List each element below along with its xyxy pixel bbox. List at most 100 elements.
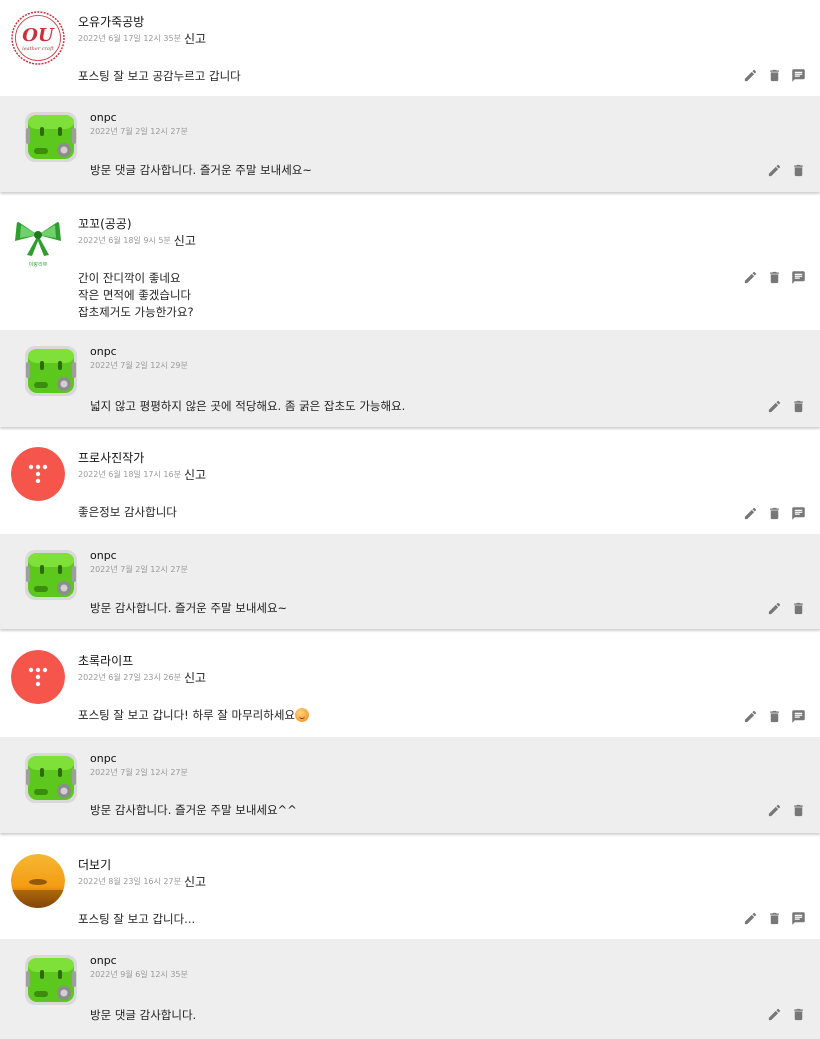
avatar-onpc-robot-icon[interactable]: [24, 548, 78, 602]
comment-meta: 2022년 6월 18일 17시 16분 신고: [78, 466, 206, 483]
reply: onpc 2022년 7월 2일 12시 27분 방문 감사합니다. 즐거운 주…: [0, 534, 820, 629]
reply-actions: [767, 803, 806, 818]
delete-icon[interactable]: [767, 709, 782, 724]
comment-author[interactable]: 꼬꼬(공공): [78, 215, 132, 232]
report-link[interactable]: 신고: [184, 875, 206, 889]
comment-thread: 초록라이프 2022년 6월 27일 23시 26분 신고 포스팅 잘 보고 갑니…: [0, 639, 820, 833]
delete-icon[interactable]: [791, 399, 806, 414]
comment-text: 간이 잔디깍이 좋네요 작은 면적에 좋겠습니다 잡초제거도 가능한가요?: [78, 271, 194, 319]
comment-actions: [743, 911, 806, 926]
comment: 이랑리뷰 꼬꼬(공공) 2022년 6월 18일 9시 5분 신고 간이 잔디깍이…: [0, 202, 820, 330]
comment-date: 2022년 8월 23일 16시 27분: [78, 877, 181, 886]
avatar-tistory-dots-icon[interactable]: [11, 447, 65, 501]
reply-author[interactable]: onpc: [90, 752, 117, 765]
comment-meta: 2022년 6월 17일 12시 35분 신고: [78, 30, 206, 47]
comment: 더보기 2022년 8월 23일 16시 27분 신고 포스팅 잘 보고 갑니다.…: [0, 843, 820, 939]
comment-thread: 프로사진작가 2022년 6월 18일 17시 16분 신고 좋은정보 감사합니다…: [0, 436, 820, 629]
reply-text: 방문 댓글 감사합니다.: [90, 1008, 197, 1022]
comment-meta: 2022년 8월 23일 16시 27분 신고: [78, 873, 206, 890]
delete-icon[interactable]: [767, 68, 782, 83]
reply-date: 2022년 7월 2일 12시 27분: [90, 127, 188, 136]
report-link[interactable]: 신고: [174, 234, 196, 248]
reply-author[interactable]: onpc: [90, 549, 117, 562]
edit-icon[interactable]: [743, 709, 758, 724]
edit-icon[interactable]: [767, 601, 782, 616]
reply-text: 방문 감사합니다. 즐거운 주말 보내세요~: [90, 601, 288, 615]
svg-text:이랑리뷰: 이랑리뷰: [29, 261, 48, 267]
comment-text: 좋은정보 감사합니다: [78, 505, 177, 519]
reply-icon[interactable]: [791, 270, 806, 285]
avatar-tistory-dots-icon[interactable]: [11, 650, 65, 704]
delete-icon[interactable]: [767, 911, 782, 926]
comment-text: 포스팅 잘 보고 갑니다! 하루 잘 마무리하세요: [78, 707, 309, 724]
comment-author[interactable]: 초록라이프: [78, 652, 133, 669]
avatar-onpc-robot-icon[interactable]: [24, 953, 78, 1007]
comment-date: 2022년 6월 27일 23시 26분: [78, 673, 181, 682]
comment-actions: [743, 506, 806, 521]
smile-emoji-icon: [294, 708, 309, 722]
edit-icon[interactable]: [743, 68, 758, 83]
delete-icon[interactable]: [767, 270, 782, 285]
edit-icon[interactable]: [743, 270, 758, 285]
avatar-ou-leather-craft-logo-icon[interactable]: OU leather craft: [11, 11, 65, 65]
delete-icon[interactable]: [791, 163, 806, 178]
delete-icon[interactable]: [791, 803, 806, 818]
reply-icon[interactable]: [791, 911, 806, 926]
comment: 프로사진작가 2022년 6월 18일 17시 16분 신고 좋은정보 감사합니다: [0, 436, 820, 534]
avatar-onpc-robot-icon[interactable]: [24, 751, 78, 805]
edit-icon[interactable]: [767, 1007, 782, 1022]
comment-author[interactable]: 더보기: [78, 856, 111, 873]
comment: OU leather craft 오유가죽공방 2022년 6월 17일 12시…: [0, 0, 820, 96]
reply-author[interactable]: onpc: [90, 345, 117, 358]
reply-icon[interactable]: [791, 709, 806, 724]
report-link[interactable]: 신고: [184, 468, 206, 482]
reply-date: 2022년 7월 2일 12시 29분: [90, 361, 188, 370]
edit-icon[interactable]: [767, 803, 782, 818]
delete-icon[interactable]: [791, 601, 806, 616]
comment-thread: 이랑리뷰 꼬꼬(공공) 2022년 6월 18일 9시 5분 신고 간이 잔디깍이…: [0, 202, 820, 427]
reply-text: 넓지 않고 평평하지 않은 곳에 적당해요. 좀 굵은 잡초도 가능해요.: [90, 399, 406, 413]
reply: onpc 2022년 9월 6일 12시 35분 방문 댓글 감사합니다.: [0, 939, 820, 1039]
reply-text: 방문 댓글 감사합니다. 즐거운 주말 보내세요~: [90, 163, 313, 177]
edit-icon[interactable]: [767, 399, 782, 414]
comment-actions: [743, 68, 806, 83]
avatar-sunset-photo-icon[interactable]: [11, 854, 65, 908]
reply-date: 2022년 7월 2일 12시 27분: [90, 565, 188, 574]
reply-icon[interactable]: [791, 506, 806, 521]
comment-meta: 2022년 6월 18일 9시 5분 신고: [78, 232, 196, 249]
edit-icon[interactable]: [767, 163, 782, 178]
reply: onpc 2022년 7월 2일 12시 27분 방문 댓글 감사합니다. 즐거…: [0, 96, 820, 192]
comment-text: 포스팅 잘 보고 공감누르고 갑니다: [78, 69, 241, 83]
comment-text-content: 포스팅 잘 보고 갑니다! 하루 잘 마무리하세요: [78, 708, 295, 722]
comment-list: OU leather craft 오유가죽공방 2022년 6월 17일 12시…: [0, 0, 820, 1039]
avatar-onpc-robot-icon[interactable]: [24, 344, 78, 398]
reply-actions: [767, 601, 806, 616]
comment-date: 2022년 6월 18일 17시 16분: [78, 470, 181, 479]
reply-text: 방문 감사합니다. 즐거운 주말 보내세요^^: [90, 803, 297, 817]
reply-date: 2022년 7월 2일 12시 27분: [90, 768, 188, 777]
comment-text: 포스팅 잘 보고 갑니다...: [78, 912, 196, 926]
edit-icon[interactable]: [743, 506, 758, 521]
comment: 초록라이프 2022년 6월 27일 23시 26분 신고 포스팅 잘 보고 갑니…: [0, 639, 820, 737]
reply-author[interactable]: onpc: [90, 111, 117, 124]
avatar-onpc-robot-icon[interactable]: [24, 110, 78, 164]
reply-actions: [767, 399, 806, 414]
delete-icon[interactable]: [791, 1007, 806, 1022]
report-link[interactable]: 신고: [184, 32, 206, 46]
comment-author[interactable]: 프로사진작가: [78, 449, 144, 466]
reply-date: 2022년 9월 6일 12시 35분: [90, 970, 188, 979]
reply-icon[interactable]: [791, 68, 806, 83]
edit-icon[interactable]: [743, 911, 758, 926]
report-link[interactable]: 신고: [184, 671, 206, 685]
reply: onpc 2022년 7월 2일 12시 27분 방문 감사합니다. 즐거운 주…: [0, 737, 820, 833]
comment-date: 2022년 6월 18일 9시 5분: [78, 236, 171, 245]
reply-actions: [767, 163, 806, 178]
reply-author[interactable]: onpc: [90, 954, 117, 967]
comment-author[interactable]: 오유가죽공방: [78, 13, 144, 30]
avatar-green-ribbon-icon[interactable]: 이랑리뷰: [11, 213, 65, 267]
delete-icon[interactable]: [767, 506, 782, 521]
comment-meta: 2022년 6월 27일 23시 26분 신고: [78, 669, 206, 686]
reply-actions: [767, 1007, 806, 1022]
comment-actions: [743, 709, 806, 724]
reply: onpc 2022년 7월 2일 12시 29분 넓지 않고 평평하지 않은 곳…: [0, 330, 820, 427]
